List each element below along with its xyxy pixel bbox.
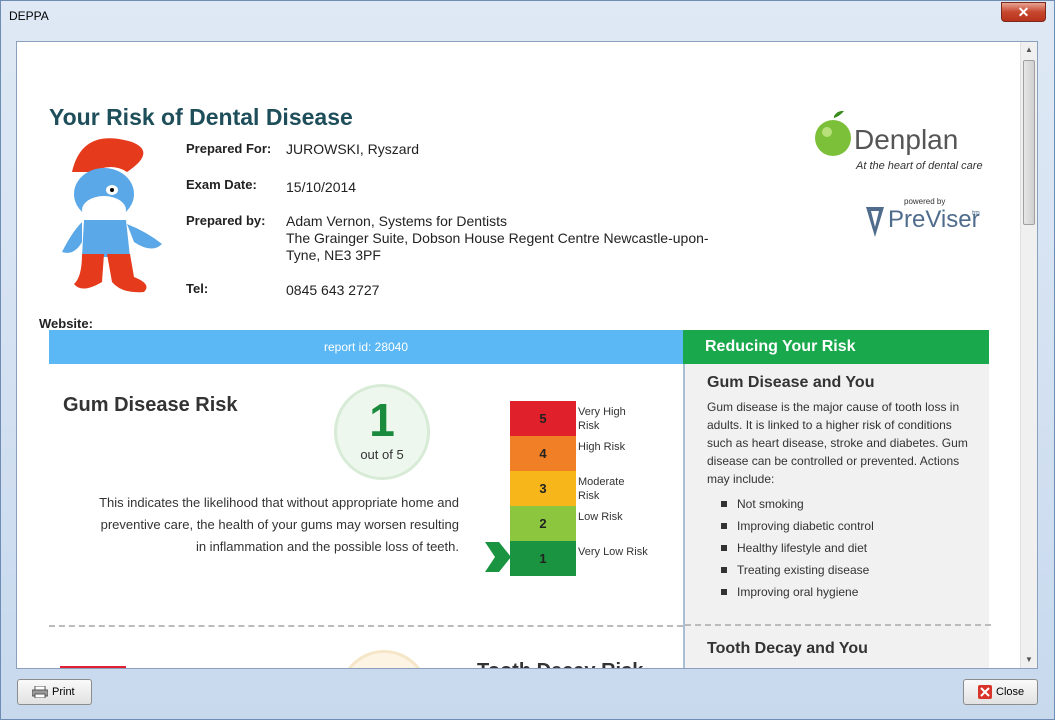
previser-logo: powered by PreViser tm xyxy=(862,197,992,242)
close-label: Close xyxy=(996,686,1025,698)
gum-score-value: 1 xyxy=(369,394,395,446)
gum-risk-description: This indicates the likelihood that witho… xyxy=(99,495,459,554)
list-item: Healthy lifestyle and diet xyxy=(721,537,874,559)
previser-icon xyxy=(866,207,884,237)
risk-level-1: 1 xyxy=(510,541,576,576)
prepared-by-name: Adam Vernon, Systems for Dentists xyxy=(286,213,507,229)
app-window: DEPPA ✕ Your Risk of Dental Disease Prep… xyxy=(0,0,1055,720)
risk-level-5: 5 xyxy=(510,401,576,436)
scroll-down-icon[interactable]: ▼ xyxy=(1021,652,1037,668)
action-list: Not smoking Improving diabetic control H… xyxy=(721,493,874,603)
denplan-logo: Denplan At the heart of dental care xyxy=(812,110,992,180)
risk-scale: 5 4 3 2 1 xyxy=(510,401,576,576)
prepared-for-label: Prepared For: xyxy=(186,141,272,156)
risk-label-4: High Risk xyxy=(578,441,626,453)
print-button[interactable]: Print xyxy=(17,679,92,705)
list-item: Treating existing disease xyxy=(721,559,874,581)
vertical-scrollbar[interactable]: ▲ ▼ xyxy=(1020,42,1037,668)
printer-icon xyxy=(32,686,48,699)
gum-risk-title: Gum Disease Risk xyxy=(63,394,238,416)
website-label: Website: xyxy=(39,316,93,331)
denplan-wordmark: Denplan xyxy=(854,124,959,155)
tooth-decay-marker xyxy=(60,666,126,668)
scroll-up-icon[interactable]: ▲ xyxy=(1021,42,1037,58)
reducing-risk-header: Reducing Your Risk xyxy=(683,330,989,364)
apple-icon xyxy=(815,110,851,156)
tooth-decay-title: Tooth Decay Risk xyxy=(477,660,643,668)
title-bar[interactable]: DEPPA ✕ xyxy=(1,1,1054,31)
section-divider xyxy=(49,625,683,627)
list-item: Improving diabetic control xyxy=(721,515,874,537)
exam-date-label: Exam Date: xyxy=(186,177,257,192)
prepared-for-value: JUROWSKI, Ryszard xyxy=(286,141,420,157)
gum-score-out-of: out of 5 xyxy=(360,447,404,462)
tel-value: 0845 643 2727 xyxy=(286,282,380,298)
gum-and-you-title: Gum Disease and You xyxy=(707,374,875,391)
risk-label-3: Moderate Risk xyxy=(578,476,625,502)
exam-date-value: 15/10/2014 xyxy=(286,179,357,195)
window-close-button[interactable]: ✕ xyxy=(1001,2,1046,22)
risk-label-5: Very High Risk xyxy=(578,406,626,432)
reducing-risk-panel: Gum Disease and You Gum disease is the m… xyxy=(683,364,991,668)
prepared-by-address: The Grainger Suite, Dobson House Regent … xyxy=(286,230,709,263)
prepared-by-label: Prepared by: xyxy=(186,213,266,228)
previser-trademark: tm xyxy=(972,210,980,217)
close-button[interactable]: Close xyxy=(963,679,1038,705)
report-view: Your Risk of Dental Disease Prepared For… xyxy=(16,41,1038,669)
risk-level-3: 3 xyxy=(510,471,576,506)
page-title: Your Risk of Dental Disease xyxy=(49,104,353,130)
mascot-image xyxy=(62,138,162,293)
risk-level-2: 2 xyxy=(510,506,576,541)
window-title: DEPPA xyxy=(9,9,49,23)
print-label: Print xyxy=(52,686,75,698)
list-item: Improving oral hygiene xyxy=(721,581,874,603)
risk-level-4: 4 xyxy=(510,436,576,471)
list-item: Not smoking xyxy=(721,493,874,515)
previser-powered-by: powered by xyxy=(904,197,946,206)
close-icon: ✕ xyxy=(1017,4,1030,20)
tel-label: Tel: xyxy=(186,281,209,296)
tooth-and-you-title: Tooth Decay and You xyxy=(707,640,868,657)
gum-score-badge: 1 out of 5 xyxy=(334,384,430,480)
denplan-tagline: At the heart of dental care xyxy=(856,160,983,172)
report-id-bar: report id: 28040 xyxy=(49,330,683,364)
tooth-score-badge xyxy=(339,650,429,668)
previser-wordmark: PreViser xyxy=(888,206,980,233)
scrollbar-thumb[interactable] xyxy=(1023,60,1035,225)
side-divider xyxy=(685,624,991,626)
arrow-right-icon xyxy=(485,542,511,572)
risk-label-1: Very Low Risk xyxy=(578,546,648,558)
risk-label-2: Low Risk xyxy=(578,511,623,523)
close-icon xyxy=(978,685,992,700)
gum-and-you-text: Gum disease is the major cause of tooth … xyxy=(707,400,968,486)
